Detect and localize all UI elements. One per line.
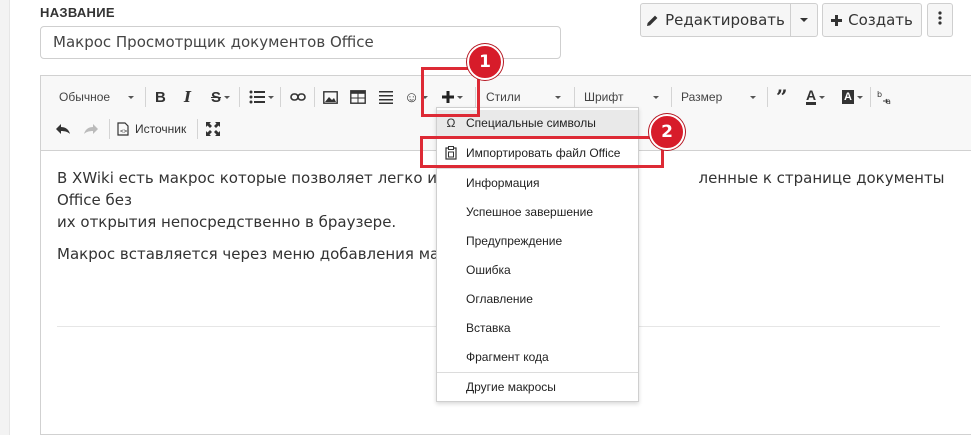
italic-icon[interactable]: I [184,85,191,109]
edit-button[interactable]: Редактировать [640,3,791,37]
styles-select-label: Стили [486,90,521,104]
remove-format-icon[interactable]: ba [877,85,895,109]
menu-item-code-snippet[interactable]: Фрагмент кода [437,344,638,370]
chevron-down-icon [555,95,561,99]
redo-icon[interactable] [83,117,99,141]
list-icon[interactable] [249,85,274,109]
create-button-label: Создать [848,11,913,29]
menu-item-error[interactable]: Ошибка [437,257,638,283]
svg-text:<>: <> [120,128,128,135]
create-button[interactable]: Создать [822,3,922,37]
left-gutter [0,0,10,435]
edit-menu-toggle[interactable] [791,3,818,37]
callout-badge-2: 2 [649,114,685,150]
source-button-label: Источник [135,122,187,136]
size-select-label: Размер [681,90,723,104]
image-icon[interactable] [323,85,338,109]
background-color-icon[interactable]: A [842,85,863,109]
styles-select[interactable]: Стили [482,85,567,109]
blockquote-icon[interactable]: ” [776,85,788,109]
more-actions-button[interactable] [927,3,953,37]
menu-item-info[interactable]: Информация [437,170,638,196]
plus-icon [831,14,843,26]
page-actions: Редактировать Создать [640,3,953,37]
source-button[interactable]: <> Источник [117,117,186,141]
format-select-label: Обычное [59,90,111,104]
menu-item-toc[interactable]: Оглавление [437,286,638,312]
svg-text:b: b [877,90,882,99]
link-icon[interactable] [290,85,306,109]
vertical-dots-icon [938,11,942,29]
font-select-label: Шрифт [584,90,624,104]
menu-separator [437,168,638,169]
pencil-icon [646,14,659,27]
edit-button-label: Редактировать [665,11,785,29]
toolbar-separator [574,87,575,107]
chevron-down-icon [653,95,659,99]
title-label: НАЗВАНИЕ [40,5,115,20]
size-select[interactable]: Размер [677,85,762,109]
toolbar-separator [145,87,146,107]
omega-icon: Ω [446,116,456,130]
format-select[interactable]: Обычное [55,85,140,109]
chevron-down-icon [800,18,808,22]
menu-separator [437,372,638,373]
toolbar-separator [239,87,240,107]
toolbar-separator [280,87,281,107]
maximize-icon[interactable] [205,117,221,141]
toolbar-separator [197,119,198,139]
source-icon: <> [117,122,129,136]
horizontal-rule-icon[interactable] [379,85,393,109]
menu-item-success[interactable]: Успешное завершение [437,199,638,225]
menu-item-warning[interactable]: Предупреждение [437,228,638,254]
chevron-down-icon [128,95,134,99]
toolbar-separator [109,119,110,139]
font-select[interactable]: Шрифт [580,85,665,109]
toolbar-separator [767,87,768,107]
undo-icon[interactable] [55,117,71,141]
toolbar-separator [671,87,672,107]
highlight-import-office-item [420,136,664,168]
menu-item-include[interactable]: Вставка [437,315,638,341]
toolbar-separator [870,87,871,107]
bold-icon[interactable]: B [155,85,166,109]
text-color-icon[interactable]: A [806,85,826,109]
chevron-down-icon [750,95,756,99]
table-icon[interactable] [350,85,366,109]
callout-badge-1: 1 [467,44,503,80]
strikethrough-icon[interactable]: S [211,85,231,109]
toolbar-separator [314,87,315,107]
menu-item-other-macros[interactable]: Другие макросы [437,374,638,400]
